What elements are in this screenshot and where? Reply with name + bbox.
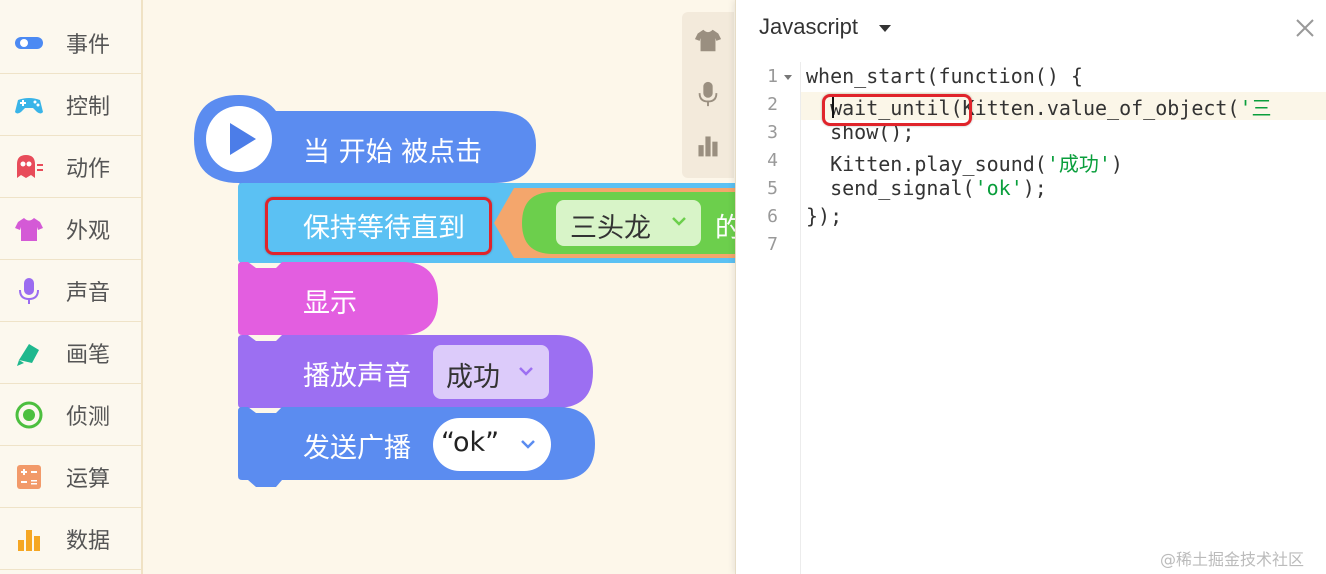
category-label: 事件: [66, 32, 111, 58]
calculator-icon: [17, 464, 41, 489]
line-number: 4: [767, 150, 778, 171]
sound-dropdown[interactable]: 成功: [433, 345, 549, 399]
line-number: 1: [767, 66, 778, 87]
language-selector[interactable]: Javascript: [759, 14, 858, 40]
fold-arrow-icon[interactable]: [784, 75, 792, 80]
line-number: 3: [767, 122, 778, 143]
category-label: 动作: [66, 156, 111, 182]
category-sensing[interactable]: 侦测: [0, 384, 141, 446]
code-panel-header: Javascript: [736, 0, 1326, 58]
code-line: Kitten.play_sound('成功'): [806, 152, 1123, 176]
microphone-icon: [698, 81, 718, 107]
category-data[interactable]: 数据: [0, 508, 141, 570]
line-number: 2: [767, 94, 778, 115]
category-sound[interactable]: 声音: [0, 260, 141, 322]
category-events[interactable]: 事件: [0, 12, 141, 74]
ghost-icon: [17, 154, 43, 178]
toggle-icon: [15, 36, 43, 49]
line-number: 7: [767, 234, 778, 255]
code-line: when_start(function() {: [806, 64, 1083, 88]
line-number: 6: [767, 206, 778, 227]
gamepad-icon: [15, 97, 43, 113]
highlight-wait-until-code: [822, 94, 972, 126]
category-label: 控制: [66, 94, 111, 120]
category-label: 数据: [66, 528, 111, 554]
code-line: send_signal('ok');: [806, 176, 1047, 200]
category-label: 外观: [66, 218, 111, 244]
category-label: 运算: [66, 466, 111, 492]
close-icon[interactable]: [1294, 17, 1316, 39]
watermark: @稀土掘金技术社区: [1160, 550, 1305, 569]
sound-tool[interactable]: [682, 68, 734, 120]
signal-dropdown[interactable]: “ok”: [433, 418, 551, 471]
highlight-wait-until-block: [265, 197, 492, 255]
category-label: 声音: [66, 280, 111, 306]
chevron-down-icon[interactable]: [879, 25, 891, 32]
shirt-icon: [15, 217, 43, 241]
category-control[interactable]: 控制: [0, 74, 141, 136]
category-label: 画笔: [66, 342, 111, 368]
category-pen[interactable]: 画笔: [0, 322, 141, 384]
category-operators[interactable]: 运算: [0, 446, 141, 508]
code-line: });: [806, 204, 843, 228]
costume-tool[interactable]: [682, 14, 734, 66]
object-property-suffix: 的: [715, 213, 735, 242]
category-label: 侦测: [66, 404, 111, 430]
asset-toolbar: [682, 12, 734, 178]
line-number: 5: [767, 178, 778, 199]
target-icon: [15, 401, 43, 428]
chevron-down-icon: [521, 440, 535, 449]
category-looks[interactable]: 外观: [0, 198, 141, 260]
category-sidebar: 事件 控制 动作 外观 声音 画笔 侦测 运算 数据: [0, 0, 143, 574]
microphone-icon: [19, 277, 39, 304]
pen-icon: [17, 343, 39, 366]
category-motion[interactable]: 动作: [0, 136, 141, 198]
bar-chart-icon: [18, 529, 40, 551]
code-panel: Javascript 1 2 3 4 5 6 7 when_start(func…: [735, 0, 1326, 574]
data-tool[interactable]: [682, 120, 734, 172]
chevron-down-icon: [672, 217, 686, 226]
chevron-down-icon: [519, 367, 533, 376]
object-dropdown[interactable]: 三头龙: [556, 200, 701, 246]
bar-chart-icon: [698, 136, 718, 157]
shirt-icon: [694, 29, 722, 52]
